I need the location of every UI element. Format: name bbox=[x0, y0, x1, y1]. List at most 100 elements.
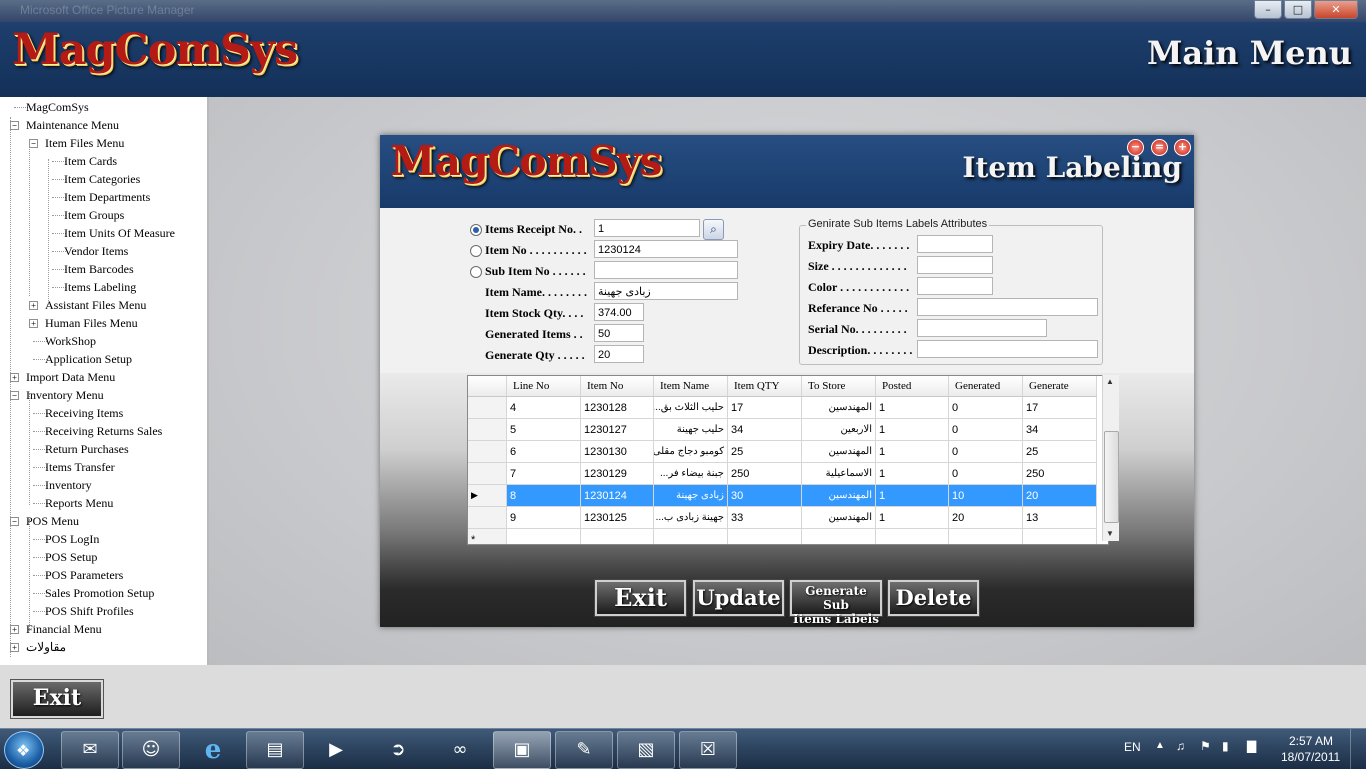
cell-store[interactable]: المهندسين bbox=[801, 484, 876, 507]
cell-qty[interactable]: 30 bbox=[727, 484, 802, 507]
empty-cell[interactable] bbox=[580, 528, 654, 544]
network-icon[interactable]: ▇ bbox=[1247, 739, 1256, 753]
tree-item[interactable]: POS LogIn bbox=[45, 531, 99, 547]
col-generate[interactable]: Generate bbox=[1022, 376, 1097, 397]
cell-generate[interactable]: 17 bbox=[1022, 396, 1097, 419]
row-selector-icon[interactable]: ▶ bbox=[468, 484, 507, 507]
pen-icon[interactable]: ✎ bbox=[555, 731, 613, 769]
table-row[interactable]: 7 1230129 جبنة بيضاء فر... 250 الاسماعيلية 1 0… bbox=[468, 462, 1097, 485]
empty-cell[interactable] bbox=[1022, 528, 1097, 544]
col-item-name[interactable]: Item Name bbox=[653, 376, 728, 397]
expand-icon[interactable]: + bbox=[29, 301, 38, 310]
tree-item[interactable]: POS Shift Profiles bbox=[45, 603, 134, 619]
empty-cell[interactable] bbox=[948, 528, 1023, 544]
minimize-icon[interactable]: – bbox=[1254, 0, 1282, 19]
scroll-thumb[interactable] bbox=[1104, 431, 1119, 523]
expiry-input[interactable] bbox=[917, 235, 993, 253]
tree-item[interactable]: Maintenance Menu bbox=[26, 117, 119, 133]
exit-dialog-button[interactable]: Exit bbox=[594, 579, 687, 617]
tree-item[interactable]: Receiving Returns Sales bbox=[45, 423, 162, 439]
tree-item[interactable]: WorkShop bbox=[45, 333, 96, 349]
cell-name[interactable]: حليب جهينة bbox=[653, 418, 728, 441]
tree-item[interactable]: Assistant Files Menu bbox=[45, 297, 146, 313]
cell-generated[interactable]: 10 bbox=[948, 484, 1023, 507]
cell-name[interactable]: زبادى جهينة bbox=[653, 484, 728, 507]
generated-items-input[interactable]: 50 bbox=[594, 324, 644, 342]
empty-cell[interactable] bbox=[653, 528, 728, 544]
tree-item[interactable]: Vendor Items bbox=[64, 243, 128, 259]
row-header[interactable] bbox=[468, 462, 507, 485]
row-header[interactable] bbox=[468, 418, 507, 441]
col-item-no[interactable]: Item No bbox=[580, 376, 654, 397]
device-icon[interactable]: ▮ bbox=[1222, 739, 1229, 753]
cell-item_no[interactable]: 1230124 bbox=[580, 484, 654, 507]
tree-item[interactable]: Financial Menu bbox=[26, 621, 102, 637]
row-header[interactable] bbox=[468, 506, 507, 529]
scroll-up-icon[interactable]: ▲ bbox=[1106, 377, 1114, 386]
empty-cell[interactable] bbox=[801, 528, 876, 544]
col-generated[interactable]: Generated bbox=[948, 376, 1023, 397]
cell-generate[interactable]: 34 bbox=[1022, 418, 1097, 441]
media-icon[interactable]: ▶ bbox=[307, 731, 365, 769]
tree-item[interactable]: Items Transfer bbox=[45, 459, 115, 475]
tree-item[interactable]: Application Setup bbox=[45, 351, 132, 367]
cell-qty[interactable]: 33 bbox=[727, 506, 802, 529]
table-row[interactable]: 6 1230130 كومبو دجاج مقلى 25 المهندسين 1 0 25 bbox=[468, 440, 1097, 463]
table-row[interactable]: 4 1230128 حليب الثلاث بق... 17 المهندسين 1 0 17 bbox=[468, 396, 1097, 419]
empty-cell[interactable] bbox=[727, 528, 802, 544]
cell-store[interactable]: الاسماعيلية bbox=[801, 462, 876, 485]
tree-item[interactable]: Inventory bbox=[45, 477, 92, 493]
tree-item[interactable]: Items Labeling bbox=[64, 279, 136, 295]
show-hidden-icons-icon[interactable]: ▲ bbox=[1155, 740, 1165, 751]
cell-qty[interactable]: 250 bbox=[727, 462, 802, 485]
item-no-radio[interactable] bbox=[470, 245, 482, 257]
cell-qty[interactable]: 34 bbox=[727, 418, 802, 441]
show-desktop-button[interactable] bbox=[1350, 729, 1366, 769]
cell-generated[interactable]: 0 bbox=[948, 396, 1023, 419]
cell-line[interactable]: 6 bbox=[506, 440, 581, 463]
tree-item[interactable]: مقاولات bbox=[26, 639, 66, 655]
scroll-down-icon[interactable]: ▼ bbox=[1106, 529, 1114, 538]
cell-generated[interactable]: 20 bbox=[948, 506, 1023, 529]
generate-qty-input[interactable]: 20 bbox=[594, 345, 644, 363]
volume-icon[interactable]: ♫ bbox=[1176, 739, 1185, 753]
cell-generated[interactable]: 0 bbox=[948, 440, 1023, 463]
collapse-icon[interactable]: − bbox=[10, 391, 19, 400]
cell-qty[interactable]: 25 bbox=[727, 440, 802, 463]
tree-item[interactable]: Item Categories bbox=[64, 171, 140, 187]
tree-item[interactable]: POS Parameters bbox=[45, 567, 123, 583]
cell-qty[interactable]: 17 bbox=[727, 396, 802, 419]
cell-generated[interactable]: 0 bbox=[948, 418, 1023, 441]
expand-icon[interactable]: + bbox=[10, 643, 19, 652]
table-row[interactable]: 9 1230125 جهينة زبادى ب... 33 المهندسين 1 20 13 bbox=[468, 506, 1097, 529]
cell-name[interactable]: جبنة بيضاء فر... bbox=[653, 462, 728, 485]
search-icon[interactable]: ⌕ bbox=[703, 219, 724, 240]
cell-store[interactable]: المهندسين bbox=[801, 440, 876, 463]
collapse-icon[interactable]: − bbox=[10, 121, 19, 130]
col-line-no[interactable]: Line No bbox=[506, 376, 581, 397]
flag-icon[interactable]: ⚑ bbox=[1200, 739, 1211, 753]
row-header[interactable] bbox=[468, 396, 507, 419]
expand-icon[interactable]: + bbox=[10, 373, 19, 382]
tree-item[interactable]: Item Files Menu bbox=[45, 135, 124, 151]
minimize-icon[interactable]: − bbox=[1127, 139, 1144, 156]
cell-store[interactable]: المهندسين bbox=[801, 506, 876, 529]
users-icon[interactable]: ☺ bbox=[122, 731, 180, 769]
receipt-no-input[interactable]: 1 bbox=[594, 219, 700, 237]
tree-item[interactable]: Human Files Menu bbox=[45, 315, 138, 331]
tree-item[interactable]: Sales Promotion Setup bbox=[45, 585, 154, 601]
cell-name[interactable]: جهينة زبادى ب... bbox=[653, 506, 728, 529]
serial-input[interactable] bbox=[917, 319, 1047, 337]
table-row[interactable]: 5 1230127 حليب جهينة 34 الاربعين 1 0 34 bbox=[468, 418, 1097, 441]
tree-item[interactable]: Item Cards bbox=[64, 153, 117, 169]
cell-generate[interactable]: 13 bbox=[1022, 506, 1097, 529]
notes-icon[interactable]: ▧ bbox=[617, 731, 675, 769]
tree-item[interactable]: Inventory Menu bbox=[26, 387, 104, 403]
app-icon[interactable]: ☒ bbox=[679, 731, 737, 769]
cell-store[interactable]: الاربعين bbox=[801, 418, 876, 441]
cell-name[interactable]: كومبو دجاج مقلى bbox=[653, 440, 728, 463]
collapse-icon[interactable]: − bbox=[10, 517, 19, 526]
cell-posted[interactable]: 1 bbox=[875, 418, 949, 441]
cell-posted[interactable]: 1 bbox=[875, 396, 949, 419]
tree-item[interactable]: Item Departments bbox=[64, 189, 150, 205]
